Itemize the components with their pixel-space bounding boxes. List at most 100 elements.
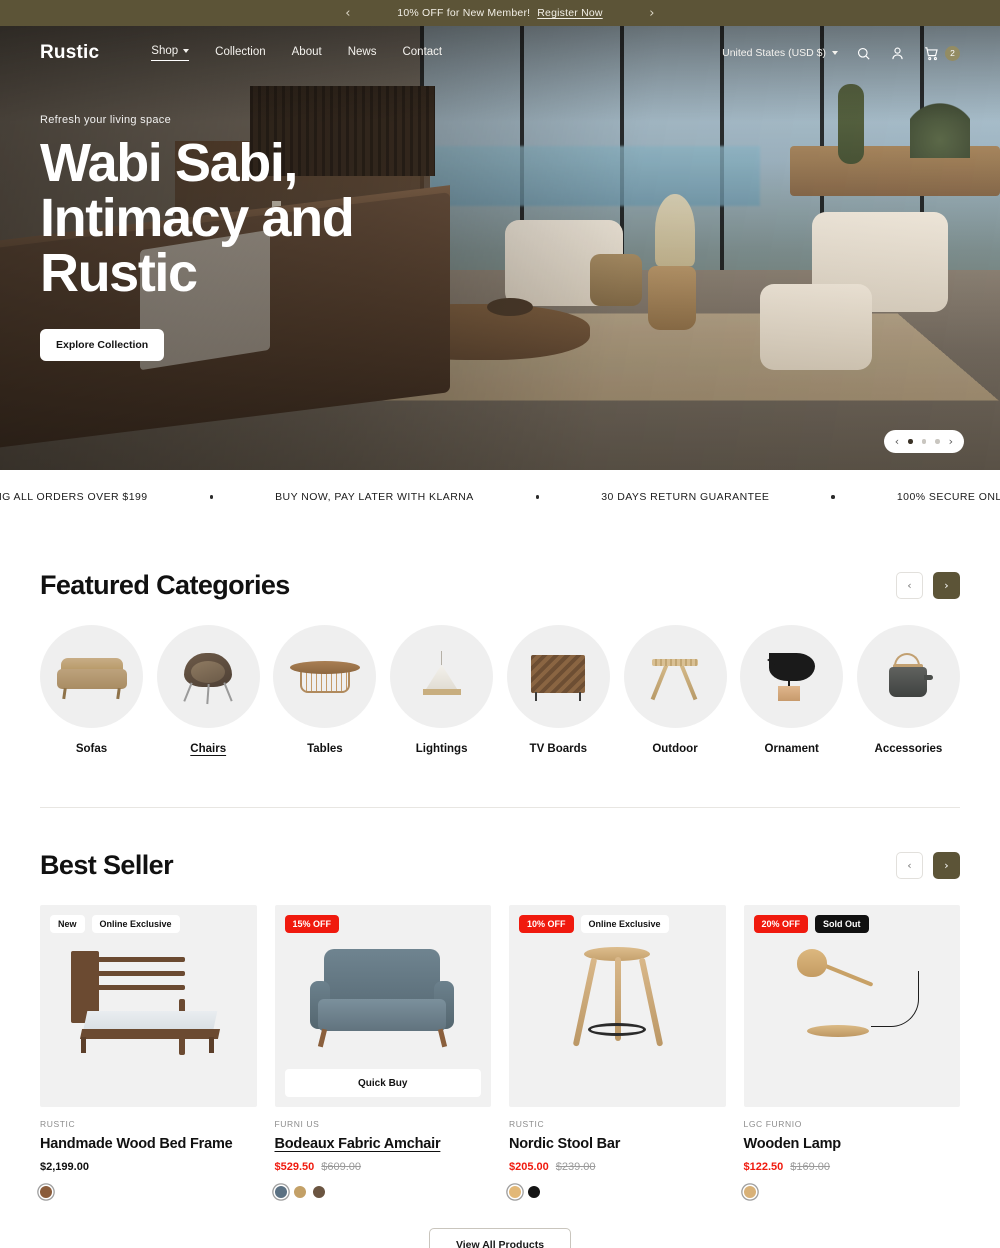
product-title[interactable]: Bodeaux Fabric Amchair	[275, 1136, 492, 1152]
product-card[interactable]: 10% OFF Online Exclusive RUSTIC Nordic S…	[509, 905, 726, 1198]
announcement-next-icon[interactable]: ›	[639, 0, 665, 26]
category-item-tv-boards[interactable]: TV Boards	[506, 625, 610, 755]
product-image[interactable]: 10% OFF Online Exclusive	[509, 905, 726, 1107]
user-icon[interactable]	[889, 45, 906, 62]
hero-next-icon[interactable]: ›	[949, 435, 953, 448]
product-title[interactable]: Handmade Wood Bed Frame	[40, 1136, 257, 1152]
color-swatch[interactable]	[743, 1186, 756, 1198]
category-item-sofas[interactable]: Sofas	[40, 625, 143, 755]
nav-item-shop[interactable]: Shop	[151, 45, 190, 61]
price-compare-at: $169.00	[790, 1161, 831, 1173]
nav-item-contact[interactable]: Contact	[402, 46, 442, 61]
product-swatches	[509, 1186, 726, 1198]
product-image[interactable]: 20% OFF Sold Out	[743, 905, 960, 1107]
header-actions: United States (USD $) 2	[722, 45, 960, 62]
nav-item-about[interactable]: About	[292, 46, 322, 61]
product-image[interactable]: New Online Exclusive	[40, 905, 257, 1107]
category-item-ornament[interactable]: Ornament	[740, 625, 844, 755]
featured-categories-prev-button[interactable]: ‹	[896, 572, 923, 599]
teapot-icon	[856, 625, 960, 728]
best-seller-next-button[interactable]: ›	[933, 852, 960, 879]
bed-frame-art	[63, 941, 233, 1071]
color-swatch[interactable]	[509, 1186, 521, 1198]
quick-buy-button[interactable]: Quick Buy	[284, 1069, 481, 1097]
category-item-accessories[interactable]: Accessories	[856, 625, 960, 755]
best-seller-header: Best Seller ‹ ›	[40, 850, 960, 881]
price-current: $2,199.00	[40, 1161, 89, 1173]
product-vendor: LGC FURNIO	[743, 1119, 802, 1129]
color-swatch[interactable]	[274, 1186, 287, 1198]
hero-dot-1[interactable]	[908, 439, 913, 444]
best-seller-arrows: ‹ ›	[896, 852, 960, 879]
best-seller-prev-button[interactable]: ‹	[896, 852, 923, 879]
category-label: Sofas	[75, 743, 108, 755]
nav-item-news[interactable]: News	[348, 46, 377, 61]
category-label: Ornament	[764, 743, 819, 755]
product-vendor: RUSTIC	[509, 1119, 545, 1129]
view-all-wrapper: View All Products	[40, 1228, 960, 1248]
announcement-bar: ‹ 10% OFF for New Member! Register Now ›	[0, 0, 1000, 26]
category-list: Sofas Chairs Tables Lightings TV Boards …	[40, 625, 960, 755]
hero-title: Wabi Sabi, Intimacy and Rustic	[40, 133, 355, 304]
category-item-chairs[interactable]: Chairs	[156, 625, 260, 755]
locale-selector[interactable]: United States (USD $)	[722, 47, 838, 59]
benefits-bar: FREE SHIPPING ALL ORDERS OVER $199 BUY N…	[0, 470, 1000, 524]
cabinet-icon	[506, 625, 610, 728]
site-logo[interactable]: Rustic	[40, 42, 99, 64]
featured-categories-section: Featured Categories ‹ › Sofas Chairs Tab…	[0, 570, 1000, 755]
product-card[interactable]: 15% OFF Quick Buy FURNI US Bodeaux Fabri…	[274, 905, 492, 1198]
explore-collection-button[interactable]: Explore Collection	[40, 329, 165, 362]
lamp-art	[767, 941, 937, 1071]
product-title[interactable]: Nordic Stool Bar	[509, 1136, 726, 1152]
announcement-prev-icon[interactable]: ‹	[335, 0, 361, 26]
product-card[interactable]: New Online Exclusive RUSTIC Handmade Woo…	[40, 905, 257, 1198]
category-item-lightings[interactable]: Lightings	[390, 625, 494, 755]
section-divider	[40, 807, 960, 808]
featured-categories-next-button[interactable]: ›	[933, 572, 960, 599]
category-label: Accessories	[874, 743, 943, 755]
product-title[interactable]: Wooden Lamp	[744, 1136, 961, 1152]
category-label: Lightings	[415, 743, 468, 755]
status-badge: Online Exclusive	[91, 915, 180, 933]
category-item-tables[interactable]: Tables	[273, 625, 377, 755]
category-label: TV Boards	[529, 743, 588, 755]
category-item-outdoor[interactable]: Outdoor	[623, 625, 727, 755]
status-badge: Online Exclusive	[580, 915, 669, 933]
product-price: $529.50 $609.00	[275, 1161, 492, 1173]
hero-eyebrow: Refresh your living space	[40, 114, 172, 126]
cart-button[interactable]: 2	[923, 45, 960, 62]
product-badges: New Online Exclusive	[50, 915, 180, 933]
hero-dot-2[interactable]	[921, 439, 927, 444]
announcement-text: 10% OFF for New Member!	[397, 7, 531, 19]
category-label: Outdoor	[652, 743, 698, 755]
register-now-link[interactable]: Register Now	[537, 7, 602, 19]
best-seller-title: Best Seller	[40, 850, 174, 880]
hero-dot-3[interactable]	[935, 439, 940, 444]
hero-carousel-pager: ‹ ›	[883, 430, 964, 453]
product-price: $2,199.00	[40, 1161, 257, 1173]
hero-prev-icon[interactable]: ‹	[895, 435, 899, 448]
product-price: $205.00 $239.00	[509, 1161, 726, 1173]
color-swatch[interactable]	[40, 1186, 52, 1198]
chevron-down-icon	[832, 51, 838, 55]
product-card[interactable]: 20% OFF Sold Out LGC FURNIO Wooden Lamp …	[743, 905, 961, 1198]
stool-art	[532, 941, 702, 1071]
product-swatches	[40, 1186, 257, 1198]
price-current: $122.50	[743, 1161, 784, 1173]
product-swatches	[743, 1186, 961, 1198]
featured-categories-header: Featured Categories ‹ ›	[40, 570, 960, 601]
color-swatch[interactable]	[312, 1186, 325, 1198]
sofa-icon	[40, 625, 143, 728]
site-header: Rustic Shop Collection About News Contac…	[0, 26, 1000, 80]
sold-out-badge: Sold Out	[815, 915, 869, 933]
color-swatch[interactable]	[293, 1186, 306, 1198]
search-icon[interactable]	[855, 45, 872, 62]
product-image[interactable]: 15% OFF Quick Buy	[274, 905, 491, 1107]
pendant-lamp-icon	[390, 625, 494, 728]
hero-banner: Rustic Shop Collection About News Contac…	[0, 26, 1000, 470]
chair-icon	[156, 625, 260, 728]
color-swatch[interactable]	[528, 1186, 540, 1198]
nav-item-collection[interactable]: Collection	[215, 46, 266, 61]
view-all-products-button[interactable]: View All Products	[428, 1228, 572, 1248]
folding-stool-icon	[623, 625, 727, 728]
